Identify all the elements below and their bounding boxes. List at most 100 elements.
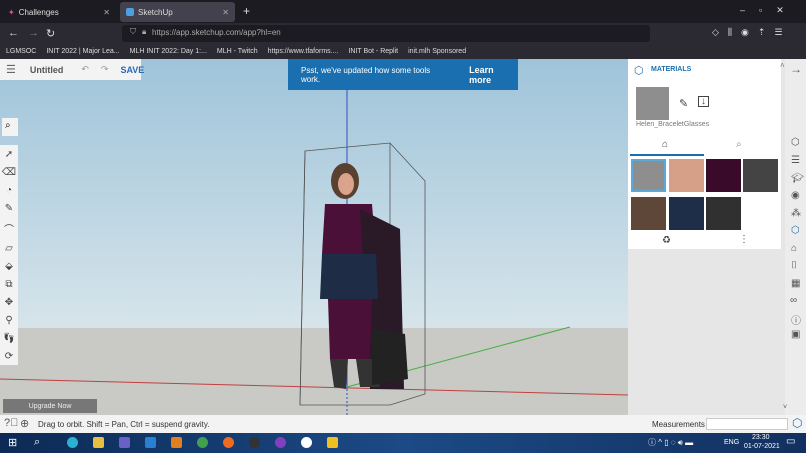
redo-icon[interactable]: ↷ xyxy=(101,64,109,75)
tab-label: Challenges xyxy=(19,8,59,17)
bookmark[interactable]: INIT Bot - Replit xyxy=(348,48,398,55)
obs-icon[interactable] xyxy=(249,437,260,448)
language-indicator[interactable]: ENG xyxy=(724,439,739,446)
select-tool-icon[interactable]: ➚ xyxy=(5,149,13,160)
material-swatch[interactable] xyxy=(706,159,741,192)
sticky-notes-icon[interactable] xyxy=(327,437,338,448)
instructor-icon[interactable]: 🎓︎ xyxy=(791,173,804,184)
status-text: Drag to orbit. Shift = Pan, Ctrl = suspe… xyxy=(38,420,210,429)
view-icon[interactable]: ∞ xyxy=(790,295,797,306)
model-scene xyxy=(0,59,628,415)
bookmark[interactable]: LGMSOC xyxy=(6,48,36,55)
eraser-tool-icon[interactable]: ⌫ xyxy=(2,167,16,178)
material-swatch[interactable] xyxy=(631,197,666,230)
pencil-tool-icon[interactable]: ✎ xyxy=(5,203,13,214)
save-button[interactable]: SAVE xyxy=(120,65,144,75)
url-text: https://app.sketchup.com/app?hl=en xyxy=(152,28,281,37)
scroll-down-icon[interactable]: ˅ xyxy=(783,404,787,411)
offset-tool-icon[interactable]: ⧉ xyxy=(5,279,12,290)
material-swatch[interactable] xyxy=(706,197,741,230)
material-swatch[interactable] xyxy=(743,159,778,192)
materials-panel-content: ⬡ MATERIALS ˄ ✎ ↓ Helen_BraceletGlasses … xyxy=(628,59,781,249)
scenes-icon[interactable]: ▦ xyxy=(791,278,800,289)
globe-icon[interactable]: ⊕ xyxy=(20,417,29,430)
components-icon[interactable]: ⁂ xyxy=(791,208,801,219)
tab-sketchup[interactable]: SketchUp ✕ xyxy=(120,2,235,22)
undo-icon[interactable]: ↶ xyxy=(81,64,89,75)
home-tab-icon[interactable]: ⌂ xyxy=(662,139,668,150)
material-swatch[interactable] xyxy=(631,159,666,192)
collapse-icon[interactable]: ˄ xyxy=(780,61,785,70)
3d-viewport[interactable] xyxy=(0,59,628,415)
orbit-tool-icon[interactable]: ⟳ xyxy=(5,351,13,362)
bookmark[interactable]: INIT 2022 | Major Lea... xyxy=(46,48,119,55)
collapse-panel-icon[interactable]: → xyxy=(790,62,802,76)
upgrade-now-button[interactable]: Upgrade Now xyxy=(3,399,97,413)
forward-icon[interactable]: → xyxy=(28,27,39,39)
recycle-icon[interactable]: ♻ xyxy=(662,235,671,246)
search-icon[interactable]: ⌕ xyxy=(34,436,40,449)
info-icon[interactable]: ⓘ xyxy=(791,312,801,327)
measurements-input[interactable] xyxy=(706,418,788,430)
material-swatch[interactable] xyxy=(669,197,704,230)
edit-material-icon[interactable]: ✎ xyxy=(679,97,688,110)
firefox-icon[interactable] xyxy=(223,437,234,448)
material-swatch[interactable] xyxy=(669,159,704,192)
helen-figure xyxy=(320,163,408,389)
signal-icon[interactable] xyxy=(301,437,312,448)
bookmark[interactable]: MLH INIT 2022: Day 1:... xyxy=(130,48,207,55)
bookmark[interactable]: https://www.tfaforms.... xyxy=(268,48,339,55)
reload-icon[interactable]: ↻ xyxy=(46,27,55,40)
clock-time[interactable]: 23:30 xyxy=(752,434,770,441)
tags-icon[interactable]: ⌷ xyxy=(791,260,797,271)
rectangle-tool-icon[interactable]: ▱ xyxy=(5,243,13,254)
walk-tool-icon[interactable]: 👣︎ xyxy=(3,333,16,344)
status-bar: ?⃝ ⊕ Drag to orbit. Shift = Pan, Ctrl = … xyxy=(0,415,806,433)
paint-bucket-icon[interactable]: ◔ xyxy=(6,185,12,196)
arc-tool-icon[interactable]: ⌒ xyxy=(4,221,14,236)
import-icon[interactable]: ↓ xyxy=(698,96,709,107)
learn-more-link[interactable]: Learn more xyxy=(469,65,518,85)
url-bar[interactable]: https://app.sketchup.com/app?hl=en⛉🔒︎ xyxy=(122,25,650,42)
new-tab-button[interactable]: + xyxy=(243,4,250,18)
notifications-icon[interactable]: ▭ xyxy=(786,436,795,447)
vscode-icon[interactable] xyxy=(145,437,156,448)
tape-measure-icon[interactable]: ⚲ xyxy=(5,315,12,326)
favicon-icon: ✦ xyxy=(8,8,15,17)
more-options-icon[interactable]: ⋮ xyxy=(739,234,749,245)
display-icon[interactable]: ⌂ xyxy=(791,243,797,254)
menu-icon[interactable]: ☰ xyxy=(6,63,16,76)
start-icon[interactable]: ⊞ xyxy=(8,436,17,449)
sketchup-favicon-icon xyxy=(126,8,134,16)
tab-challenges[interactable]: ✦ Challenges ✕ xyxy=(2,2,116,22)
entity-info-icon[interactable]: ⬡ xyxy=(791,137,800,148)
close-tab-icon[interactable]: ✕ xyxy=(222,8,229,17)
solid-inspector-icon[interactable]: ▣ xyxy=(791,329,800,340)
search-materials-icon[interactable]: ⌕ xyxy=(736,139,742,150)
outliner-icon[interactable]: ☰ xyxy=(791,155,800,166)
tab-label: SketchUp xyxy=(138,8,173,17)
model-title[interactable]: Untitled xyxy=(30,65,64,75)
github-icon[interactable] xyxy=(275,437,286,448)
bookmark[interactable]: init.mlh Sponsored xyxy=(408,48,466,55)
move-tool-icon[interactable]: ✥ xyxy=(5,297,13,308)
help-icon[interactable]: ?⃝ xyxy=(4,417,18,429)
sublime-icon[interactable] xyxy=(171,437,182,448)
teams-icon[interactable] xyxy=(119,437,130,448)
system-tray-icons[interactable]: ⓘ ^ ▯ ◌ 🔊︎ ▬ xyxy=(648,437,693,448)
window-controls[interactable]: –▫✕ xyxy=(740,5,798,16)
chrome-icon[interactable] xyxy=(197,437,208,448)
back-icon[interactable]: ← xyxy=(8,27,19,39)
styles-icon[interactable]: ◉ xyxy=(791,190,800,201)
edge-icon[interactable] xyxy=(67,437,78,448)
red-axis xyxy=(0,379,628,395)
push-pull-icon[interactable]: ⬙ xyxy=(5,261,13,272)
close-tab-icon[interactable]: ✕ xyxy=(103,8,110,17)
toolbar-icons[interactable]: ◇⫼◉⇡☰ xyxy=(712,27,792,38)
search-button[interactable]: ⌕ xyxy=(2,118,18,136)
bookmark[interactable]: MLH - Twitch xyxy=(217,48,258,55)
clock-date[interactable]: 01-07-2021 xyxy=(744,443,780,450)
file-explorer-icon[interactable] xyxy=(93,437,104,448)
sketchup-logo-icon: ⬡ xyxy=(792,416,802,430)
materials-tab-icon[interactable]: ⬡ xyxy=(791,225,800,236)
